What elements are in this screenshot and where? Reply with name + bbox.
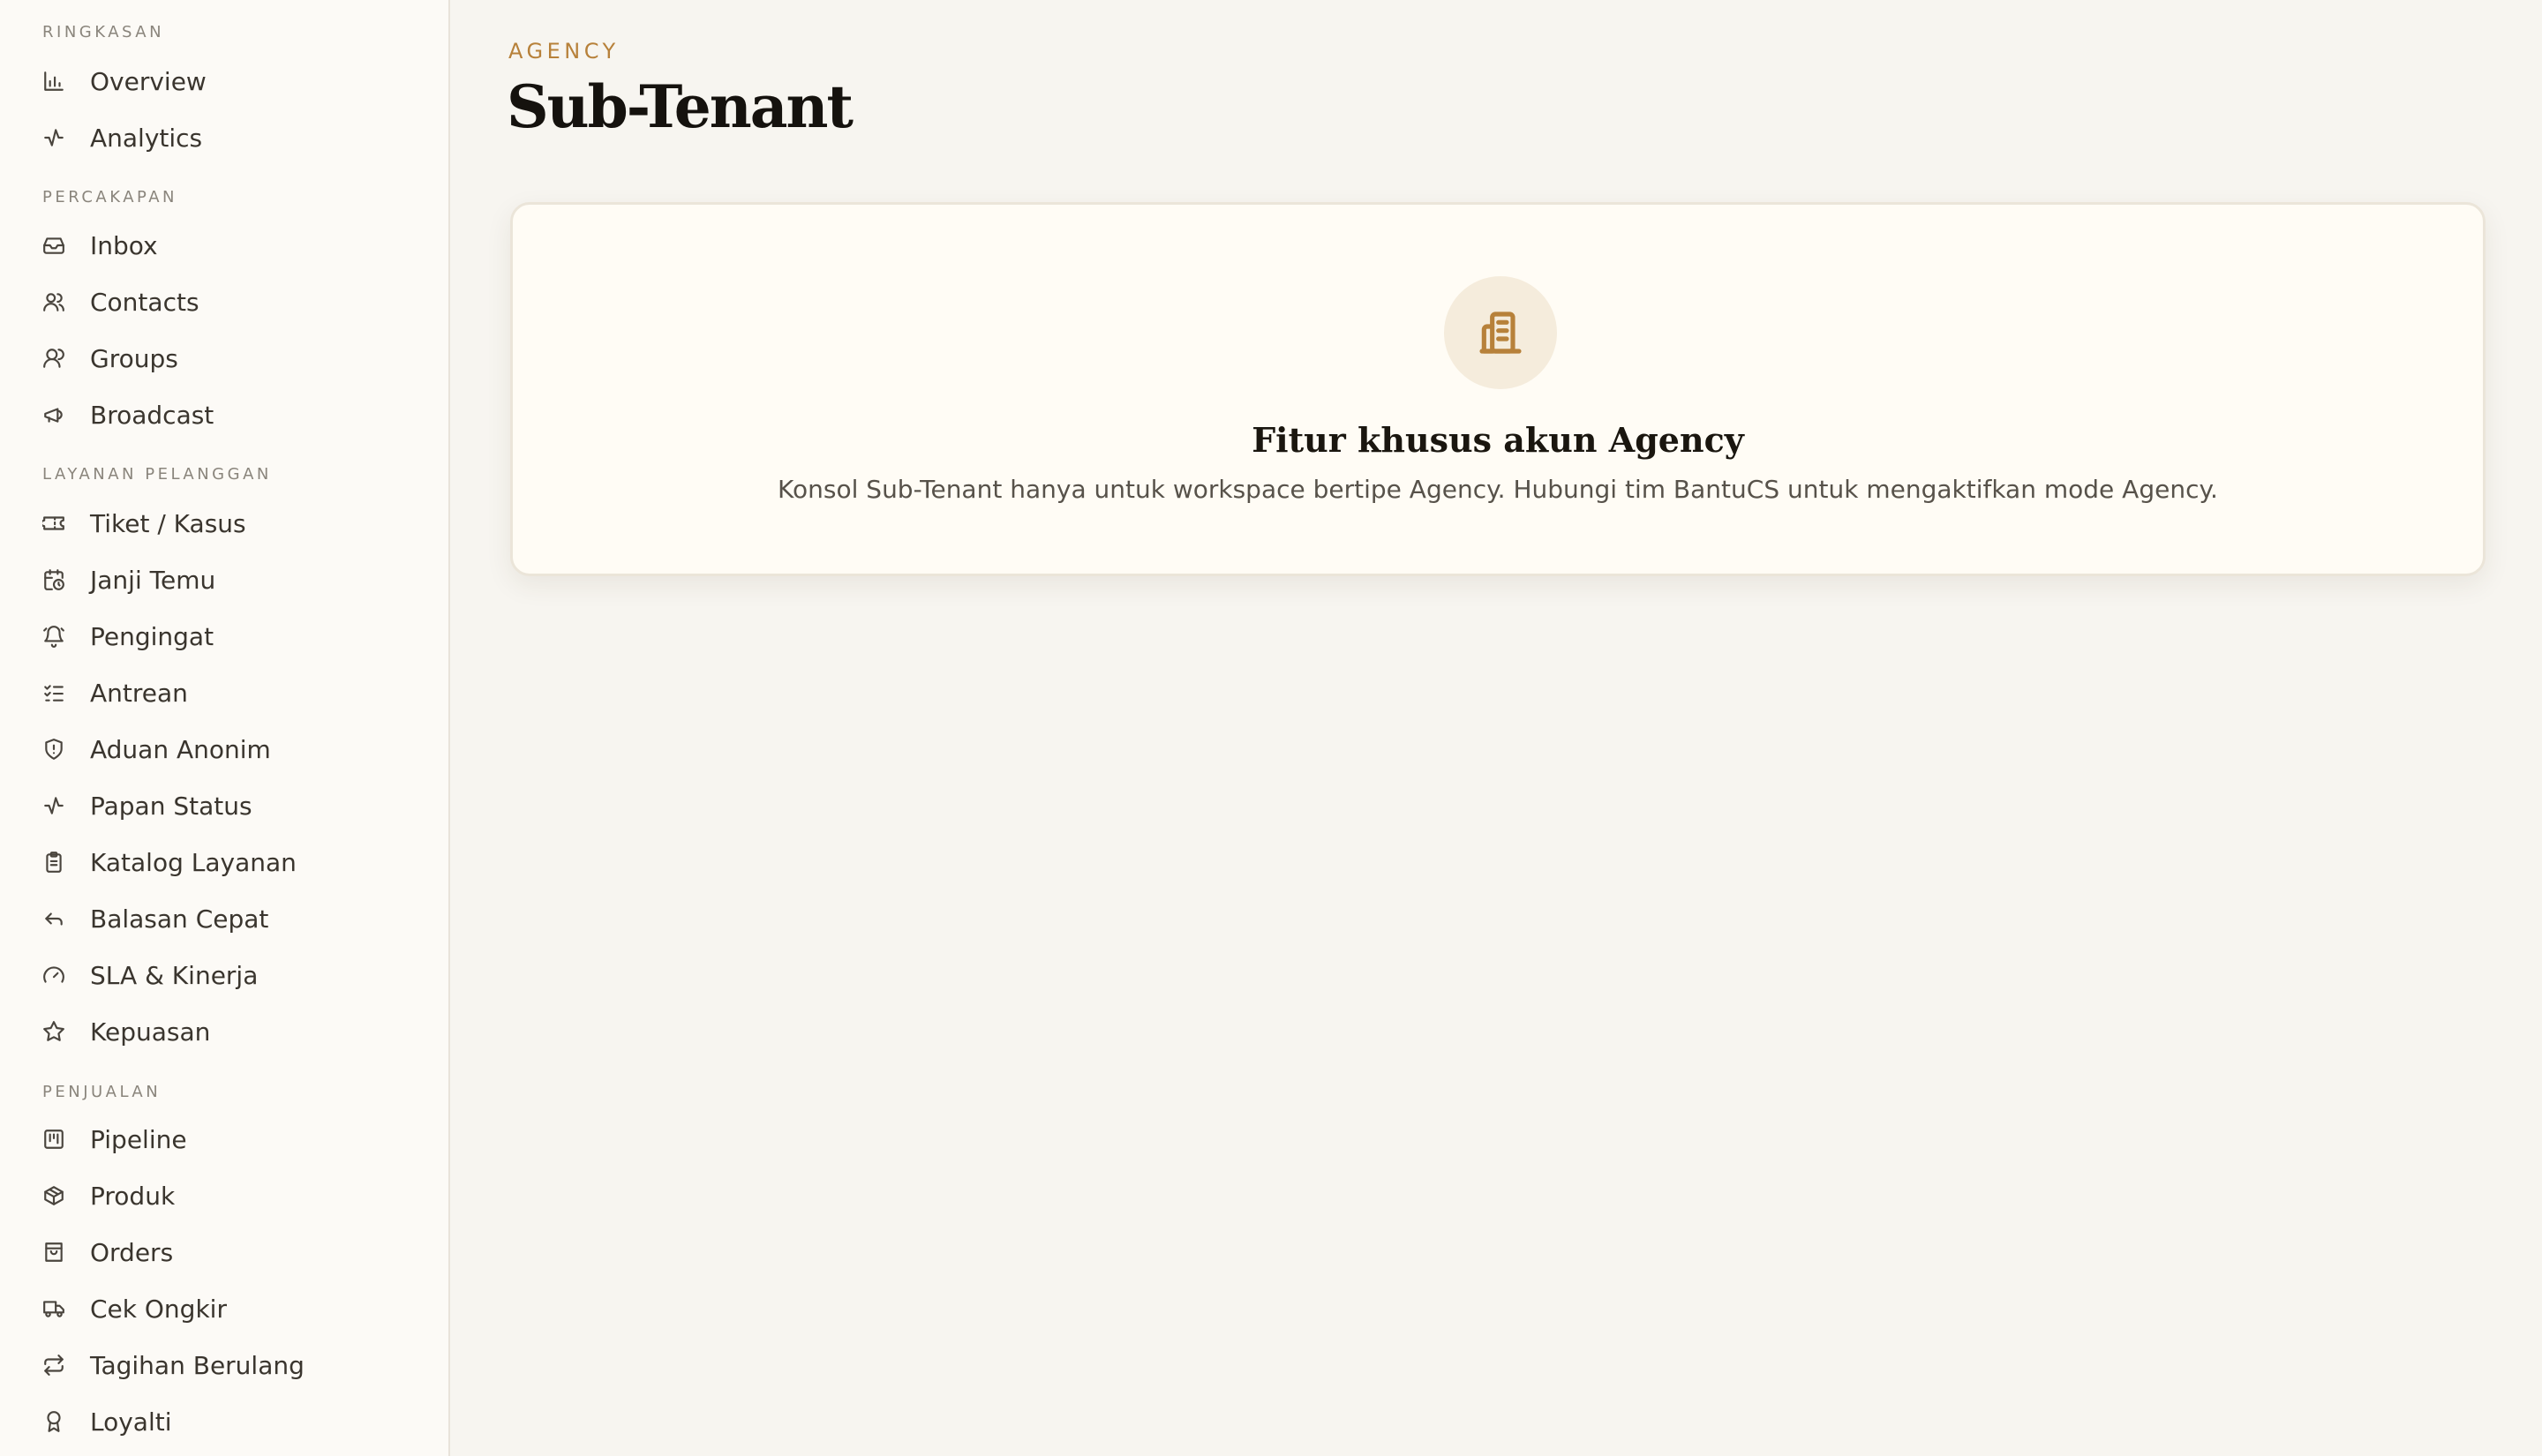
notice-title: Fitur khusus akun Agency bbox=[1252, 420, 1744, 460]
inbox-icon bbox=[41, 232, 67, 259]
repeat-icon bbox=[41, 1352, 67, 1378]
sidebar-item-label: Groups bbox=[90, 343, 178, 373]
star-icon bbox=[41, 1018, 67, 1045]
pulse-icon bbox=[41, 792, 67, 819]
shopping-bag-icon bbox=[41, 1239, 67, 1265]
section-label-ringkasan: RINGKASAN bbox=[42, 23, 165, 41]
sidebar-item-label: Broadcast bbox=[90, 400, 214, 430]
sidebar-item-papan-status[interactable]: Papan Status bbox=[25, 781, 431, 830]
agency-only-notice-card: Fitur khusus akun Agency Konsol Sub-Tena… bbox=[510, 202, 2486, 576]
sidebar-item-label: Papan Status bbox=[90, 791, 252, 821]
shield-icon bbox=[41, 736, 67, 762]
sidebar-item-label: Aduan Anonim bbox=[90, 734, 271, 764]
sidebar-item-janji-temu[interactable]: Janji Temu bbox=[25, 555, 431, 604]
activity-icon bbox=[41, 124, 67, 151]
bar-chart-icon bbox=[41, 68, 67, 94]
section-label-penjualan: PENJUALAN bbox=[42, 1083, 162, 1101]
sidebar-item-balasan-cepat[interactable]: Balasan Cepat bbox=[25, 894, 431, 943]
sidebar-item-label: Tiket / Kasus bbox=[90, 508, 246, 538]
sidebar-item-label: Cek Ongkir bbox=[90, 1294, 227, 1324]
ticket-icon bbox=[41, 510, 67, 537]
sidebar-item-orders[interactable]: Orders bbox=[25, 1227, 431, 1277]
sidebar-item-label: Produk bbox=[90, 1181, 176, 1211]
users-icon bbox=[41, 289, 67, 315]
page-title: Sub-Tenant bbox=[507, 72, 854, 141]
sidebar-item-label: Contacts bbox=[90, 287, 199, 317]
sidebar-item-tiket-kasus[interactable]: Tiket / Kasus bbox=[25, 499, 431, 548]
list-checks-icon bbox=[41, 679, 67, 706]
award-icon bbox=[41, 1408, 67, 1435]
gauge-icon bbox=[41, 962, 67, 988]
truck-icon bbox=[41, 1295, 67, 1322]
sidebar-item-sla-kinerja[interactable]: SLA & Kinerja bbox=[25, 950, 431, 1000]
app-root: RINGKASAN Overview Analytics PERCAKAPAN … bbox=[0, 0, 2542, 1456]
sidebar-item-kepuasan[interactable]: Kepuasan bbox=[25, 1007, 431, 1056]
megaphone-icon bbox=[41, 402, 67, 428]
sidebar-item-label: Overview bbox=[90, 66, 207, 96]
sidebar-item-label: Pengingat bbox=[90, 621, 214, 651]
sidebar-item-loyalti[interactable]: Loyalti bbox=[25, 1397, 431, 1446]
sidebar-item-label: Katalog Layanan bbox=[90, 847, 297, 877]
sidebar-item-antrean[interactable]: Antrean bbox=[25, 668, 431, 717]
sidebar-item-groups[interactable]: Groups bbox=[25, 334, 431, 383]
section-label-percakapan: PERCAKAPAN bbox=[42, 188, 178, 206]
sidebar-item-katalog-layanan[interactable]: Katalog Layanan bbox=[25, 837, 431, 887]
user-group-icon bbox=[41, 345, 67, 372]
sidebar-item-label: Inbox bbox=[90, 230, 158, 260]
building-icon bbox=[1444, 276, 1557, 389]
sidebar-item-aduan-anonim[interactable]: Aduan Anonim bbox=[25, 724, 431, 774]
sidebar-item-analytics[interactable]: Analytics bbox=[25, 113, 431, 162]
kanban-icon bbox=[41, 1126, 67, 1152]
sidebar-item-label: Balasan Cepat bbox=[90, 904, 269, 934]
package-icon bbox=[41, 1182, 67, 1209]
sidebar-item-label: Tagihan Berulang bbox=[90, 1350, 305, 1380]
notice-description: Konsol Sub-Tenant hanya untuk workspace … bbox=[778, 475, 2218, 504]
sidebar-item-label: Orders bbox=[90, 1237, 174, 1267]
sidebar-item-produk[interactable]: Produk bbox=[25, 1171, 431, 1220]
calendar-clock-icon bbox=[41, 567, 67, 593]
main-content: AGENCY Sub-Tenant Fitur khusus akun Agen… bbox=[452, 0, 2542, 1456]
sidebar-item-pengingat[interactable]: Pengingat bbox=[25, 612, 431, 661]
sidebar-item-label: Janji Temu bbox=[90, 565, 216, 595]
sidebar-item-label: Pipeline bbox=[90, 1124, 187, 1154]
reply-icon bbox=[41, 905, 67, 932]
sidebar-item-inbox[interactable]: Inbox bbox=[25, 221, 431, 270]
sidebar-item-overview[interactable]: Overview bbox=[25, 56, 431, 106]
bell-icon bbox=[41, 623, 67, 649]
sidebar-item-tagihan-berulang[interactable]: Tagihan Berulang bbox=[25, 1340, 431, 1390]
clipboard-icon bbox=[41, 849, 67, 875]
sidebar-item-label: Analytics bbox=[90, 123, 203, 153]
sidebar-item-label: Loyalti bbox=[90, 1407, 172, 1437]
sidebar: RINGKASAN Overview Analytics PERCAKAPAN … bbox=[0, 0, 450, 1456]
section-label-layanan-pelanggan: LAYANAN PELANGGAN bbox=[42, 465, 272, 484]
sidebar-item-contacts[interactable]: Contacts bbox=[25, 277, 431, 326]
sidebar-item-label: Antrean bbox=[90, 678, 188, 708]
sidebar-item-label: SLA & Kinerja bbox=[90, 960, 259, 990]
sidebar-item-label: Kepuasan bbox=[90, 1017, 211, 1047]
sidebar-item-pipeline[interactable]: Pipeline bbox=[25, 1115, 431, 1164]
sidebar-item-cek-ongkir[interactable]: Cek Ongkir bbox=[25, 1284, 431, 1333]
sidebar-item-broadcast[interactable]: Broadcast bbox=[25, 390, 431, 439]
page-eyebrow: AGENCY bbox=[508, 39, 620, 64]
